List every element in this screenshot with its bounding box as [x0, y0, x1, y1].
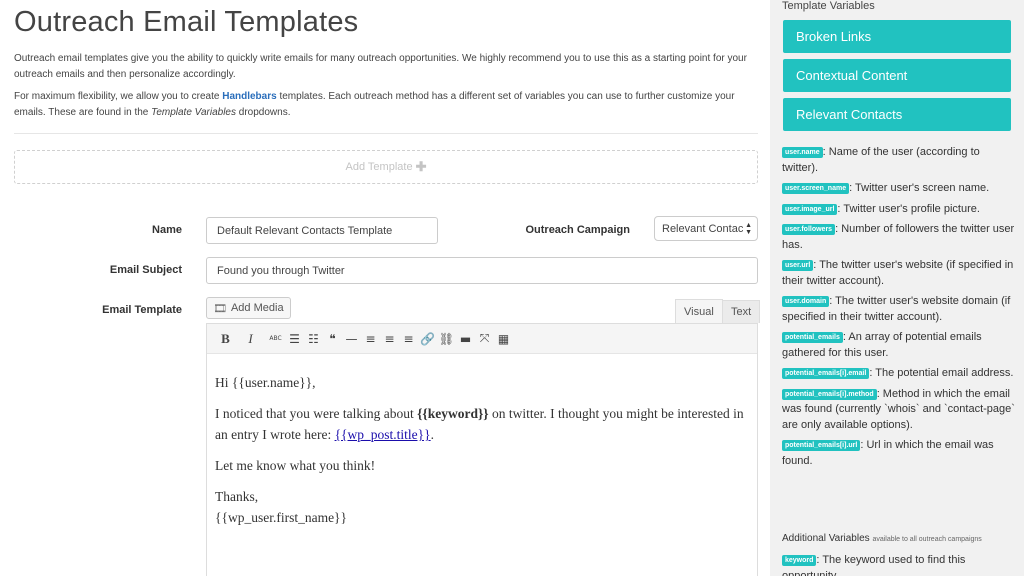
email-text: .: [430, 427, 434, 442]
signature-line: Thanks,: [215, 489, 259, 504]
link-icon[interactable]: 🔗: [418, 332, 437, 346]
email-text: I noticed that you were talking about: [215, 406, 418, 421]
name-input[interactable]: Default Relevant Contacts Template: [206, 217, 438, 244]
align-center-icon[interactable]: ≡: [380, 332, 399, 346]
intro-emphasis: Template Variables: [151, 106, 236, 118]
variable-tag: keyword: [782, 555, 817, 566]
variable-description: : Twitter user's profile picture.: [837, 202, 980, 215]
post-title-link[interactable]: {{wp_post.title}}: [335, 427, 431, 442]
additional-label: Additional Variables: [782, 533, 870, 544]
email-template-editor[interactable]: B I ABC ☰ ☷ ❝ — ≡ ≡ ≡ 🔗 ⛓ ▬ ⤧ ▦ Hi {{user.name}}, I no…: [206, 323, 758, 576]
broken-links-button[interactable]: Broken Links: [783, 20, 1011, 53]
variable-item: user.name: Name of the user (according t…: [782, 145, 1018, 176]
name-label: Name: [152, 224, 182, 236]
bullet-list-icon[interactable]: ☰: [285, 332, 304, 346]
intro-text: dropdowns.: [236, 106, 291, 118]
intro-paragraph-flexibility: For maximum flexibility, we allow you to…: [14, 89, 764, 120]
variable-item: user.screen_name: Twitter user's screen …: [782, 181, 1018, 197]
editor-content[interactable]: Hi {{user.name}}, I noticed that you wer…: [207, 354, 757, 556]
keyword-variable-item: keyword: The keyword used to find this o…: [782, 553, 1018, 576]
intro-text: For maximum flexibility, we allow you to…: [14, 91, 223, 102]
divider: [14, 133, 758, 134]
email-paragraph-2: Let me know what you think!: [215, 458, 376, 473]
variable-description: : The twitter user's website (if specifi…: [782, 259, 1014, 287]
variable-tag: user.url: [782, 260, 814, 271]
keyword-variable: {{keyword}}: [417, 406, 489, 421]
main-content: Outreach Email Templates Outreach email …: [0, 0, 770, 576]
align-right-icon[interactable]: ≡: [399, 332, 418, 346]
contextual-content-button[interactable]: Contextual Content: [783, 59, 1011, 92]
media-icon: 🎞: [213, 302, 227, 315]
variable-item: potential_emails[i].url: Url in which th…: [782, 438, 1018, 469]
bold-icon[interactable]: B: [216, 331, 235, 347]
variable-tag: potential_emails: [782, 332, 843, 343]
intro-paragraph: Outreach email templates give you the ab…: [14, 53, 747, 80]
page-title: Outreach Email Templates: [14, 6, 359, 38]
email-template-label: Email Template: [102, 304, 182, 316]
variable-tag: user.image_url: [782, 203, 838, 215]
relevant-contacts-button[interactable]: Relevant Contacts: [783, 98, 1011, 131]
additional-note: available to all outreach campaigns: [872, 536, 982, 543]
email-paragraph: I noticed that you were talking about {{…: [215, 403, 749, 445]
add-template-button[interactable]: Add Template ✚: [14, 150, 758, 184]
email-subject-input[interactable]: Found you through Twitter: [206, 257, 758, 284]
email-greeting: Hi {{user.name}},: [215, 375, 316, 390]
variable-tag: user.followers: [782, 224, 836, 235]
tab-visual[interactable]: Visual: [675, 299, 723, 323]
variable-item: user.url: The twitter user's website (if…: [782, 258, 1018, 289]
read-more-icon[interactable]: ▬: [456, 332, 475, 346]
variable-tag: user.name: [782, 147, 823, 158]
strikethrough-icon[interactable]: ABC: [266, 335, 285, 342]
handlebars-link[interactable]: Handlebars: [222, 91, 276, 102]
blockquote-icon[interactable]: ❝: [323, 332, 342, 346]
outreach-campaign-select[interactable]: Relevant Contac ▲ ▼: [654, 216, 758, 241]
plus-icon: ✚: [415, 159, 427, 174]
variable-tag: potential_emails[i].url: [782, 440, 861, 451]
italic-icon[interactable]: I: [241, 331, 260, 347]
variable-tag: potential_emails[i].email: [782, 368, 870, 379]
variable-item: user.followers: Number of followers the …: [782, 222, 1018, 253]
variable-description: : Twitter user's screen name.: [849, 182, 990, 194]
select-arrows-icon: ▲ ▼: [745, 222, 752, 236]
variable-item: user.domain: The twitter user's website …: [782, 294, 1018, 325]
editor-toolbar: B I ABC ☰ ☷ ❝ — ≡ ≡ ≡ 🔗 ⛓ ▬ ⤧ ▦: [207, 324, 757, 354]
variable-description: : The potential email address.: [869, 367, 1014, 379]
additional-variables-heading: Additional Variables available to all ou…: [782, 533, 982, 544]
signature-name: {{wp_user.first_name}}: [215, 510, 348, 525]
email-signature: Thanks, {{wp_user.first_name}}: [215, 486, 749, 528]
add-media-label: Add Media: [230, 302, 284, 314]
tab-text[interactable]: Text: [722, 300, 761, 323]
unlink-icon[interactable]: ⛓: [437, 332, 456, 346]
variable-tag: user.screen_name: [782, 183, 850, 194]
variable-item: potential_emails[i].email: The potential…: [782, 366, 1018, 382]
horizontal-rule-icon[interactable]: —: [342, 332, 361, 346]
variable-list: user.name: Name of the user (according t…: [782, 145, 1018, 474]
outreach-campaign-label: Outreach Campaign: [525, 224, 630, 236]
align-left-icon[interactable]: ≡: [361, 332, 380, 346]
email-subject-label: Email Subject: [109, 264, 182, 276]
add-media-button[interactable]: 🎞 Add Media: [206, 297, 291, 319]
toolbar-toggle-icon[interactable]: ▦: [494, 332, 513, 346]
variable-tag: potential_emails[i].method: [782, 388, 877, 400]
variable-item: user.image_url: Twitter user's profile p…: [782, 202, 1018, 218]
variable-tag: user.domain: [782, 296, 830, 307]
outreach-campaign-value: Relevant Contac: [662, 222, 744, 235]
fullscreen-icon[interactable]: ⤧: [475, 331, 494, 346]
add-template-label: Add Template: [345, 161, 413, 173]
numbered-list-icon[interactable]: ☷: [304, 332, 323, 346]
variable-item: potential_emails: An array of potential …: [782, 330, 1018, 361]
sidebar-title: Template Variables: [782, 0, 875, 12]
variable-item: potential_emails[i].method: Method in wh…: [782, 387, 1018, 434]
template-variables-sidebar: Template Variables Broken Links Contextu…: [770, 0, 1024, 576]
